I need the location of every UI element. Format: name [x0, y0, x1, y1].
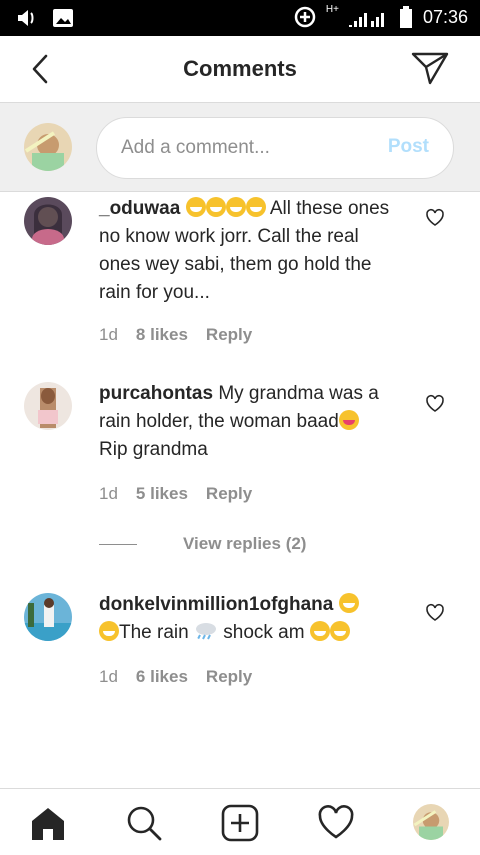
comment-input[interactable]: Add a comment... Post — [96, 117, 454, 179]
view-replies-button[interactable]: View replies (2) — [99, 534, 306, 554]
volume-icon — [18, 10, 34, 26]
signal-icon — [348, 13, 384, 27]
page-title: Comments — [183, 56, 297, 81]
comment-avatar[interactable] — [24, 593, 72, 641]
reply-button[interactable]: Reply — [206, 484, 252, 504]
comment-content: The rain — [119, 622, 189, 643]
comment-input-placeholder: Add a comment... — [121, 137, 270, 158]
comment-content-continued: Rip grandma — [99, 439, 208, 460]
comment-age: 1d — [99, 667, 118, 686]
grinning-emoji-icon — [329, 621, 350, 641]
grinning-emoji-icon — [309, 621, 330, 641]
replies-divider — [99, 543, 137, 545]
comment-username[interactable]: _oduwaa — [99, 198, 180, 219]
battery-icon — [399, 6, 412, 28]
comment-text: donkelvinmillion1ofghana The rain shock … — [99, 591, 404, 647]
reply-button[interactable]: Reply — [206, 667, 252, 687]
reply-button[interactable]: Reply — [206, 325, 252, 345]
comments-list[interactable]: _oduwaa All these ones no know work jorr… — [0, 192, 480, 788]
grinning-emoji-icon — [99, 621, 119, 641]
activity-heart-icon[interactable] — [316, 803, 356, 843]
status-time: 07:36 — [422, 6, 468, 27]
comment-likes[interactable]: 6 likes — [136, 667, 188, 687]
view-replies-label: View replies (2) — [183, 534, 307, 553]
grinning-emoji-icon — [245, 197, 266, 217]
grinning-emoji-icon — [205, 197, 226, 217]
comment-likes[interactable]: 5 likes — [136, 484, 188, 504]
comment-meta: 1d 6 likes Reply — [99, 667, 252, 687]
comment-text: _oduwaa All these ones no know work jorr… — [99, 195, 404, 307]
tongue-emoji-icon — [338, 410, 359, 430]
app-bar: Comments — [0, 36, 480, 103]
comment-composer: Add a comment... Post — [0, 103, 480, 192]
bottom-nav — [0, 788, 480, 855]
comment-content-continued: shock am — [223, 622, 305, 643]
profile-avatar[interactable] — [413, 804, 449, 840]
data-saver-icon — [294, 6, 316, 28]
rain-cloud-emoji-icon — [195, 623, 216, 640]
status-bar: H+ 07:36 — [0, 0, 480, 36]
post-button[interactable]: Post — [388, 136, 429, 158]
home-icon[interactable] — [28, 803, 68, 843]
comment-meta: 1d 8 likes Reply — [99, 325, 252, 345]
image-icon — [53, 9, 73, 27]
comment-age: 1d — [99, 325, 118, 344]
comment-age: 1d — [99, 484, 118, 503]
add-post-icon[interactable] — [220, 803, 260, 843]
like-heart-icon[interactable] — [425, 394, 445, 414]
search-icon[interactable] — [124, 803, 164, 843]
my-avatar — [24, 123, 72, 171]
comment-likes[interactable]: 8 likes — [136, 325, 188, 345]
comment-username[interactable]: donkelvinmillion1ofghana — [99, 594, 333, 615]
like-heart-icon[interactable] — [425, 603, 445, 623]
like-heart-icon[interactable] — [425, 208, 445, 228]
comment-avatar[interactable] — [24, 382, 72, 430]
comment-meta: 1d 5 likes Reply — [99, 484, 252, 504]
network-type: H+ — [325, 3, 339, 15]
grinning-emoji-icon — [185, 197, 206, 217]
comment-username[interactable]: purcahontas — [99, 383, 213, 404]
comment-text: purcahontas My grandma was a rain holder… — [99, 380, 404, 464]
grinning-emoji-icon — [338, 593, 359, 613]
grinning-emoji-icon — [225, 197, 246, 217]
send-direct-icon[interactable] — [410, 50, 450, 86]
comment-avatar[interactable] — [24, 197, 72, 245]
